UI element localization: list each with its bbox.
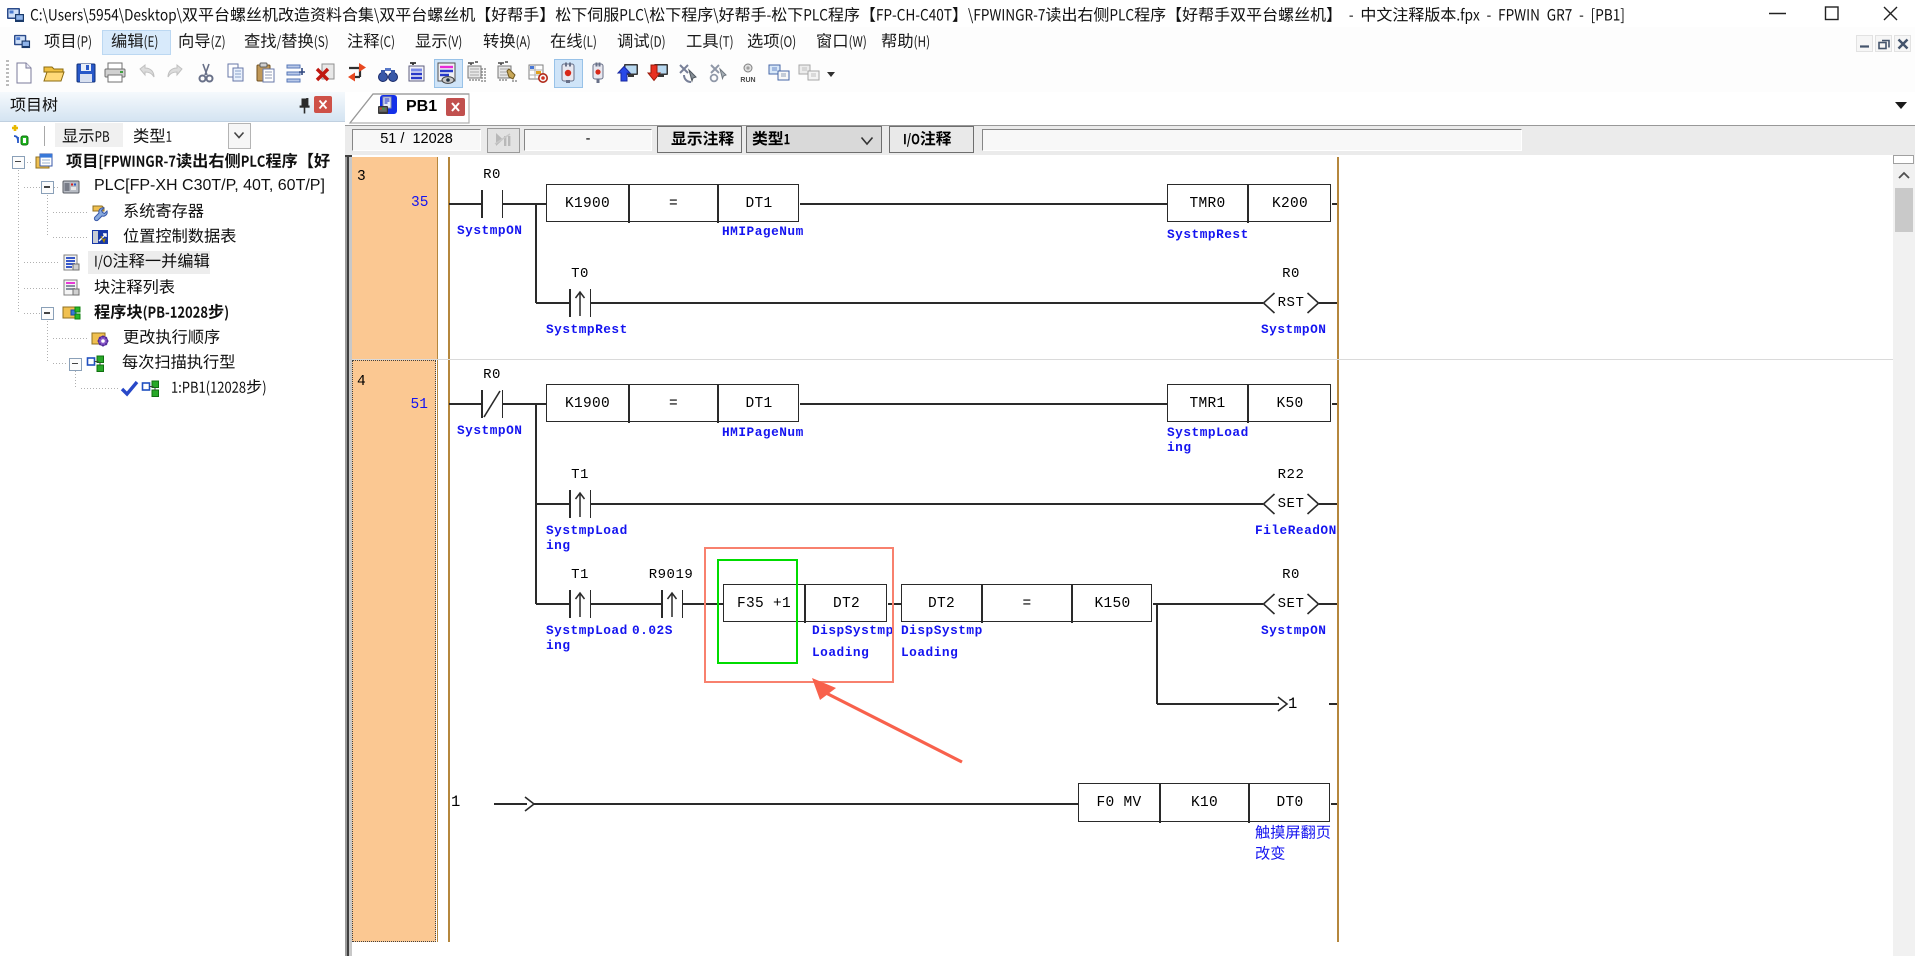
svg-text:RUN: RUN [740, 77, 755, 84]
